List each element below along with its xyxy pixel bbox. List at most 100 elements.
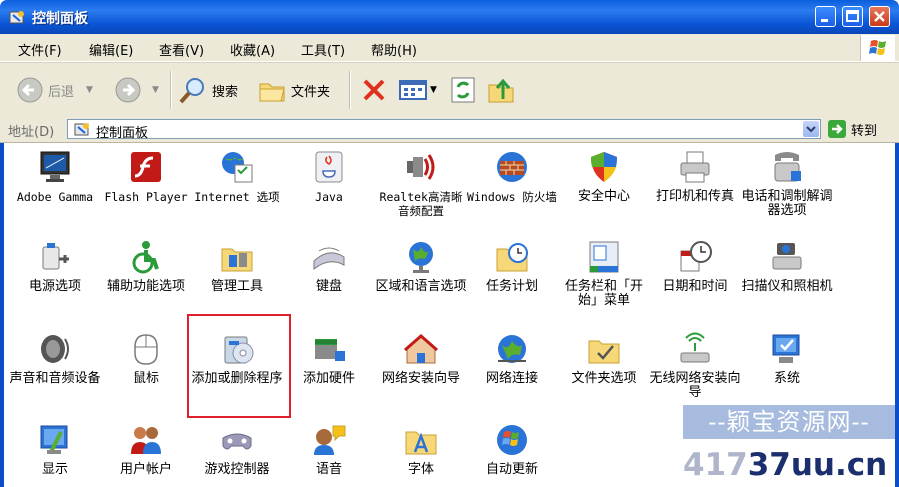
control-panel-item[interactable]: 自动更新: [466, 422, 558, 477]
control-panel-item[interactable]: 任务栏和「开始」菜单: [558, 239, 650, 308]
java-icon: [315, 151, 343, 183]
delete-icon: [363, 79, 385, 101]
item-label: 用户帐户: [119, 462, 172, 477]
item-label: 语音: [315, 462, 342, 477]
control-panel-item[interactable]: 键盘: [283, 239, 375, 294]
control-panel-item[interactable]: 网络连接: [466, 331, 558, 386]
control-panel-item[interactable]: 用户帐户: [100, 422, 192, 477]
phone-icon: [774, 152, 801, 182]
folders-button[interactable]: 文件夹: [257, 71, 330, 109]
mouse-icon: [134, 334, 158, 365]
item-label: 自动更新: [485, 462, 538, 477]
highlight-box: [187, 314, 291, 418]
address-dropdown-button[interactable]: [803, 121, 819, 137]
minimize-button[interactable]: [815, 6, 836, 27]
item-label: 声音和音频设备: [9, 371, 101, 386]
address-label: 地址(D): [8, 125, 55, 140]
back-button[interactable]: 后退 ▼: [16, 71, 93, 109]
folders-label: 文件夹: [291, 84, 331, 100]
firewall-icon: [497, 152, 527, 182]
control-panel-item[interactable]: 网络安装向导: [375, 331, 467, 386]
back-label: 后退: [48, 84, 75, 100]
control-panel-item[interactable]: 系统: [741, 331, 833, 386]
item-label: Windows 防火墙: [467, 190, 557, 204]
control-panel-item[interactable]: 电话和调制解调器选项: [741, 149, 833, 218]
keyboard-icon: [313, 247, 345, 271]
taskbar-icon: [589, 241, 619, 273]
control-panel-item[interactable]: 辅助功能选项: [100, 239, 192, 294]
item-label: 网络连接: [485, 371, 538, 386]
refresh-button[interactable]: [450, 71, 476, 109]
control-panel-item[interactable]: 无线网络安装向导: [649, 331, 741, 400]
control-panel-item[interactable]: 添加硬件: [283, 331, 375, 386]
item-label: 显示: [41, 462, 68, 477]
address-value: 控制面板: [96, 126, 149, 141]
control-panel-item[interactable]: 字体: [375, 422, 467, 477]
forward-button[interactable]: ▼: [114, 71, 159, 109]
control-panel-item[interactable]: Java: [283, 149, 375, 204]
flash-icon: [131, 152, 161, 182]
address-field[interactable]: 控制面板: [67, 119, 821, 141]
speech-icon: [314, 425, 346, 455]
control-panel-item[interactable]: 安全中心: [558, 149, 650, 204]
control-panel-item[interactable]: 日期和时间: [649, 239, 741, 294]
control-panel-item[interactable]: 游戏控制器: [191, 422, 283, 477]
control-panel-item[interactable]: 文件夹选项: [558, 331, 650, 386]
scanner-icon: [772, 243, 802, 270]
maximize-button[interactable]: [842, 6, 863, 27]
item-label: Realtek高清晰音频配置: [379, 190, 463, 218]
menu-help[interactable]: 帮助(H): [371, 40, 417, 59]
scheduled-tasks-icon: [496, 243, 528, 272]
search-icon: [179, 78, 204, 104]
speaker-icon: [407, 154, 435, 180]
menu-file[interactable]: 文件(F): [18, 40, 62, 59]
address-bar: 地址(D) 控制面板 转到: [0, 117, 899, 143]
control-panel-item[interactable]: 任务计划: [466, 239, 558, 294]
go-button[interactable]: 转到: [827, 119, 877, 139]
gamepad-icon: [222, 433, 252, 450]
views-button[interactable]: ▼: [398, 71, 437, 109]
delete-button[interactable]: [360, 71, 388, 109]
control-panel-item[interactable]: 区域和语言选项: [375, 239, 467, 294]
up-folder-button[interactable]: [486, 71, 516, 109]
watermark-line2b: 37uu.cn: [747, 447, 888, 483]
sound-icon: [41, 335, 69, 363]
monitor-icon: [40, 151, 70, 182]
add-hardware-icon: [315, 339, 345, 361]
control-panel-item[interactable]: Internet 选项: [191, 149, 283, 204]
control-panel-item[interactable]: Adobe Gamma: [9, 149, 101, 204]
control-panel-item[interactable]: Realtek高清晰音频配置: [375, 149, 467, 218]
item-label: 安全中心: [577, 189, 630, 204]
search-label: 搜索: [212, 84, 239, 100]
item-label: 任务计划: [485, 279, 538, 294]
control-panel-item[interactable]: 鼠标: [100, 331, 192, 386]
forward-arrow-icon: [115, 77, 141, 103]
back-arrow-icon: [17, 77, 43, 103]
item-label: 打印机和传真: [655, 189, 734, 204]
item-label: 游戏控制器: [204, 462, 270, 477]
control-panel-item[interactable]: 扫描仪和照相机: [741, 239, 833, 294]
menu-edit[interactable]: 编辑(E): [89, 40, 133, 59]
control-panel-item[interactable]: 声音和音频设备: [9, 331, 101, 386]
control-panel-item[interactable]: 打印机和传真: [649, 149, 741, 204]
users-icon: [131, 427, 161, 454]
control-panel-item[interactable]: 显示: [9, 422, 101, 477]
menu-favorites[interactable]: 收藏(A): [230, 40, 275, 59]
up-folder-icon: [488, 78, 514, 103]
refresh-icon: [451, 77, 475, 103]
menu-tools[interactable]: 工具(T): [301, 40, 345, 59]
menu-view[interactable]: 查看(V): [159, 40, 204, 59]
item-label: Internet 选项: [194, 190, 280, 204]
control-panel-item[interactable]: 语音: [283, 422, 375, 477]
display-icon: [40, 425, 68, 454]
item-label: 任务栏和「开始」菜单: [564, 279, 643, 308]
toolbar-separator: [349, 71, 351, 109]
close-button[interactable]: [869, 6, 890, 27]
search-button[interactable]: 搜索: [178, 71, 238, 109]
control-panel-item[interactable]: Windows 防火墙: [466, 149, 558, 204]
control-panel-item[interactable]: 管理工具: [191, 239, 283, 294]
views-icon: [399, 80, 427, 100]
control-panel-item[interactable]: Flash Player: [100, 149, 192, 204]
menu-bar: 文件(F) 编辑(E) 查看(V) 收藏(A) 工具(T) 帮助(H): [0, 34, 899, 62]
control-panel-item[interactable]: 电源选项: [9, 239, 101, 294]
